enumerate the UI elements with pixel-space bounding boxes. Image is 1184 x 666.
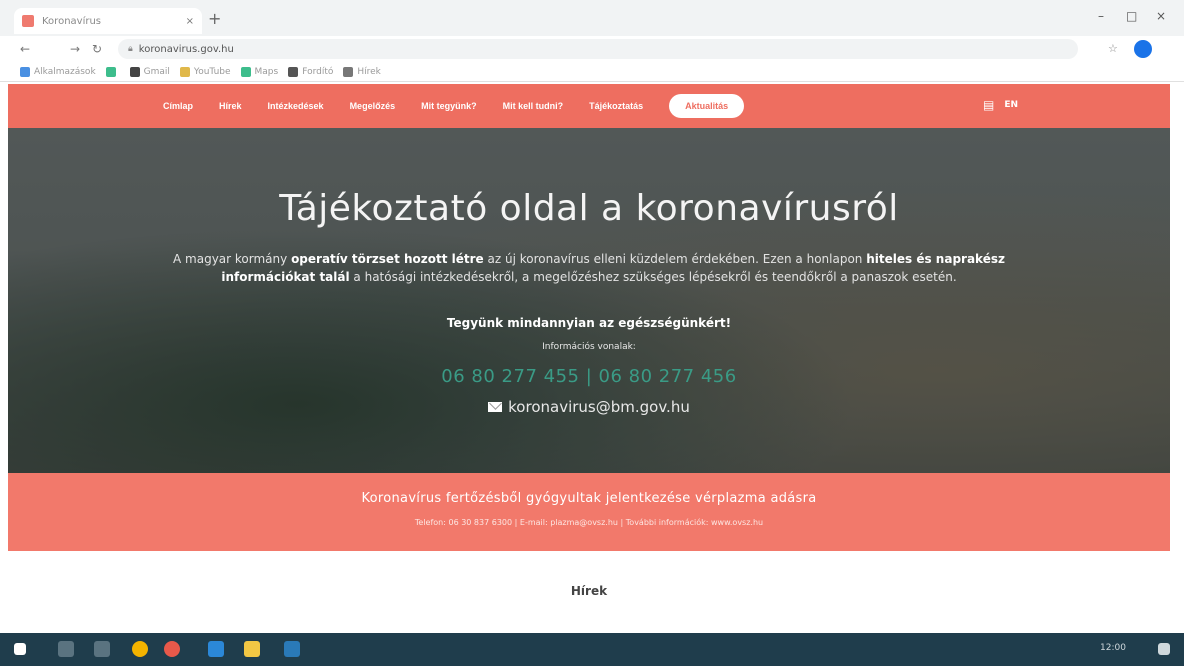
bookmark-icon bbox=[129, 66, 140, 77]
hero-section: Tájékoztató oldal a koronavírusról A mag… bbox=[8, 128, 1170, 473]
url-text: koronavirus.gov.hu bbox=[138, 43, 234, 55]
info-lines-label: Információs vonalak: bbox=[542, 342, 636, 352]
new-tab-button[interactable]: + bbox=[208, 11, 221, 27]
nav-item[interactable]: Tájékoztatás bbox=[589, 101, 643, 111]
back-arrow-icon[interactable]: ← bbox=[20, 42, 30, 56]
app-icon[interactable] bbox=[164, 641, 180, 657]
email-text[interactable]: koronavirus@bm.gov.hu bbox=[508, 398, 690, 416]
browser-tab[interactable]: Koronavírus × bbox=[14, 8, 202, 34]
language-switch[interactable]: EN bbox=[1004, 100, 1018, 110]
chrome-icon[interactable] bbox=[132, 641, 148, 657]
nav-links: Címlap Hírek Intézkedések Megelőzés Mit tegy… bbox=[163, 84, 770, 128]
tab-title: Koronavírus bbox=[42, 15, 102, 27]
bookmark-label: Hírek bbox=[357, 66, 381, 77]
maximize-button[interactable]: □ bbox=[1126, 9, 1137, 23]
bookmark-label: Alkalmazások bbox=[34, 66, 96, 77]
nav-item[interactable]: Intézkedések bbox=[268, 101, 324, 111]
plasma-donation-banner[interactable]: Koronavírus fertőzésből gyógyultak jelen… bbox=[8, 473, 1170, 551]
news-heading: Hírek bbox=[570, 584, 608, 598]
bookmark-label: Maps bbox=[254, 66, 279, 77]
nav-item[interactable]: Címlap bbox=[163, 101, 193, 111]
banner-title[interactable]: Koronavírus fertőzésből gyógyultak jelen… bbox=[8, 491, 1170, 506]
bookmark-label: Gmail bbox=[143, 66, 170, 77]
print-icon[interactable]: ▤ bbox=[983, 98, 994, 112]
bookmark-icon bbox=[105, 66, 116, 77]
file-explorer-icon[interactable] bbox=[244, 641, 260, 657]
browser-toolbar: ← → ↻ 🔒︎ koronavirus.gov.hu ☆ bbox=[0, 36, 1184, 62]
task-view-icon[interactable] bbox=[94, 641, 110, 657]
os-taskbar: 12:00 bbox=[0, 633, 1184, 666]
page-title: Tájékoztató oldal a koronavírusról bbox=[279, 188, 899, 229]
reload-icon[interactable]: ↻ bbox=[92, 42, 102, 56]
nav-item[interactable]: Aktualitás bbox=[669, 94, 745, 118]
banner-subtitle: Telefon: 06 30 837 6300 | E-mail: plazma… bbox=[414, 518, 764, 527]
envelope-icon bbox=[488, 402, 503, 412]
search-icon[interactable] bbox=[58, 641, 74, 657]
hero-cta-text: Tegyünk mindannyian az egészségünkért! bbox=[446, 316, 732, 330]
outlook-icon[interactable] bbox=[284, 641, 300, 657]
bookmark-item[interactable]: Maps bbox=[240, 66, 279, 77]
bookmark-icon bbox=[179, 66, 190, 77]
edge-icon[interactable] bbox=[208, 641, 224, 657]
clock[interactable]: 12:00 bbox=[1100, 643, 1126, 653]
bookmark-item[interactable]: Alkalmazások bbox=[20, 66, 96, 77]
forward-arrow-icon[interactable]: → bbox=[70, 42, 80, 56]
favicon-icon bbox=[22, 15, 34, 27]
bookmark-icon bbox=[288, 66, 299, 77]
close-window-button[interactable]: × bbox=[1156, 9, 1166, 23]
lock-icon: 🔒︎ bbox=[128, 44, 133, 54]
profile-avatar[interactable] bbox=[1134, 40, 1152, 58]
page-viewport: Címlap Hírek Intézkedések Megelőzés Mit tegy… bbox=[8, 84, 1170, 633]
contact-email[interactable]: koronavirus@bm.gov.hu bbox=[8, 398, 1170, 416]
site-navbar: Címlap Hírek Intézkedések Megelőzés Mit tegy… bbox=[8, 84, 1170, 128]
browser-titlebar: Koronavírus × + – □ × bbox=[0, 0, 1184, 36]
bookmark-item[interactable]: Hírek bbox=[343, 66, 381, 77]
bookmark-item[interactable]: Fordító bbox=[288, 66, 334, 77]
address-bar[interactable]: 🔒︎ koronavirus.gov.hu bbox=[118, 39, 1078, 59]
bookmarks-bar: Alkalmazások Gmail YouTube Maps Fordító Hírek bbox=[0, 62, 1184, 82]
nav-item[interactable]: Hírek bbox=[219, 101, 242, 111]
nav-item[interactable]: Megelőzés bbox=[350, 101, 396, 111]
start-icon[interactable] bbox=[14, 643, 26, 655]
bookmark-label: Fordító bbox=[302, 66, 334, 77]
nav-item[interactable]: Mit kell tudni? bbox=[503, 101, 564, 111]
minimize-button[interactable]: – bbox=[1098, 9, 1104, 23]
hero-description: A magyar kormány operatív törzset hozott… bbox=[173, 252, 1005, 284]
bookmark-item[interactable] bbox=[105, 66, 120, 77]
bookmark-icon bbox=[240, 66, 251, 77]
bookmark-icon bbox=[20, 66, 30, 77]
bookmark-item[interactable]: Gmail bbox=[129, 66, 170, 77]
close-tab-icon[interactable]: × bbox=[186, 16, 194, 27]
bookmark-label: YouTube bbox=[193, 66, 231, 77]
hotline-phone[interactable]: 06 80 277 455 | 06 80 277 456 bbox=[8, 366, 1170, 387]
nav-icons: ▤ EN bbox=[983, 98, 1018, 112]
bookmark-item[interactable]: YouTube bbox=[179, 66, 231, 77]
bookmark-icon bbox=[343, 66, 354, 77]
nav-item[interactable]: Mit tegyünk? bbox=[421, 101, 477, 111]
notification-icon[interactable] bbox=[1158, 643, 1170, 655]
star-icon[interactable]: ☆ bbox=[1108, 42, 1118, 55]
